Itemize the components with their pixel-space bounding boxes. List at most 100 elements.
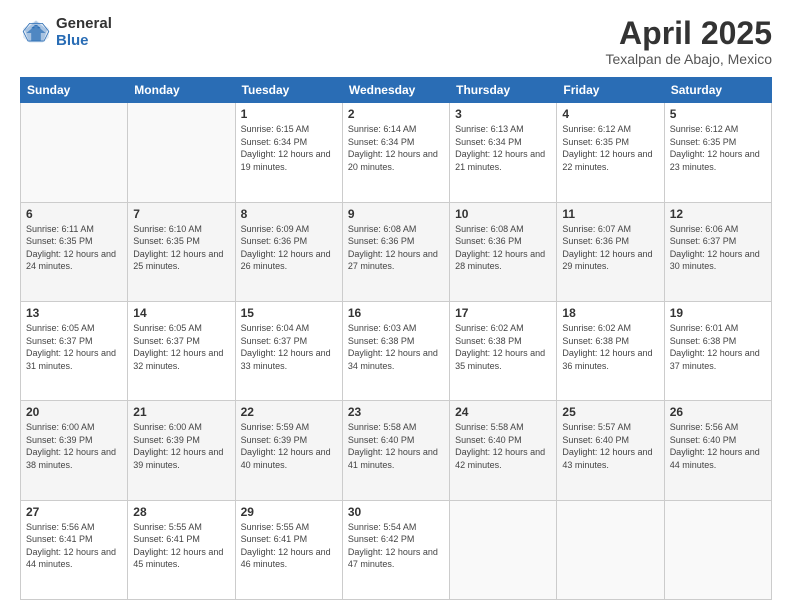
day-info: Sunrise: 6:11 AM Sunset: 6:35 PM Dayligh… <box>26 223 122 273</box>
day-number: 18 <box>562 306 658 320</box>
calendar-day <box>128 103 235 202</box>
calendar-day: 21 Sunrise: 6:00 AM Sunset: 6:39 PM Dayli… <box>128 401 235 500</box>
day-number: 20 <box>26 405 122 419</box>
day-info: Sunrise: 6:01 AM Sunset: 6:38 PM Dayligh… <box>670 322 766 372</box>
calendar-day: 15 Sunrise: 6:04 AM Sunset: 6:37 PM Dayli… <box>235 301 342 400</box>
logo-blue-text: Blue <box>56 33 112 50</box>
calendar-week-row: 27Sunrise: 5:56 AM Sunset: 6:41 PM Dayli… <box>21 500 772 599</box>
calendar-day: 17 Sunrise: 6:02 AM Sunset: 6:38 PM Dayli… <box>450 301 557 400</box>
title-block: April 2025 Texalpan de Abajo, Mexico <box>605 16 772 67</box>
day-info: Sunrise: 5:58 AM Sunset: 6:40 PM Dayligh… <box>455 421 551 471</box>
day-info: Sunrise: 6:15 AM Sunset: 6:34 PM Dayligh… <box>241 123 337 173</box>
day-info: Sunrise: 6:07 AM Sunset: 6:36 PM Dayligh… <box>562 223 658 273</box>
day-number: 13 <box>26 306 122 320</box>
col-monday: Monday <box>128 78 235 103</box>
calendar-day: 27Sunrise: 5:56 AM Sunset: 6:41 PM Dayli… <box>21 500 128 599</box>
day-info: Sunrise: 6:03 AM Sunset: 6:38 PM Dayligh… <box>348 322 444 372</box>
logo-icon <box>20 17 52 49</box>
day-number: 15 <box>241 306 337 320</box>
day-number: 16 <box>348 306 444 320</box>
day-number: 21 <box>133 405 229 419</box>
calendar-day: 11 Sunrise: 6:07 AM Sunset: 6:36 PM Dayli… <box>557 202 664 301</box>
day-info: Sunrise: 6:09 AM Sunset: 6:36 PM Dayligh… <box>241 223 337 273</box>
calendar-day: 28Sunrise: 5:55 AM Sunset: 6:41 PM Dayli… <box>128 500 235 599</box>
calendar-day: 7Sunrise: 6:10 AM Sunset: 6:35 PM Daylig… <box>128 202 235 301</box>
calendar-day: 10 Sunrise: 6:08 AM Sunset: 6:36 PM Dayli… <box>450 202 557 301</box>
day-info: Sunrise: 5:57 AM Sunset: 6:40 PM Dayligh… <box>562 421 658 471</box>
day-number: 9 <box>348 207 444 221</box>
day-number: 12 <box>670 207 766 221</box>
day-number: 1 <box>241 107 337 121</box>
day-number: 25 <box>562 405 658 419</box>
calendar-day: 13 Sunrise: 6:05 AM Sunset: 6:37 PM Dayli… <box>21 301 128 400</box>
day-info: Sunrise: 6:02 AM Sunset: 6:38 PM Dayligh… <box>455 322 551 372</box>
title-month: April 2025 <box>605 16 772 51</box>
col-saturday: Saturday <box>664 78 771 103</box>
day-number: 26 <box>670 405 766 419</box>
calendar-week-row: 20 Sunrise: 6:00 AM Sunset: 6:39 PM Dayli… <box>21 401 772 500</box>
day-number: 29 <box>241 505 337 519</box>
day-info: Sunrise: 6:05 AM Sunset: 6:37 PM Dayligh… <box>133 322 229 372</box>
calendar-day: 4 Sunrise: 6:12 AM Sunset: 6:35 PM Daylig… <box>557 103 664 202</box>
calendar-day: 22 Sunrise: 5:59 AM Sunset: 6:39 PM Dayli… <box>235 401 342 500</box>
day-number: 22 <box>241 405 337 419</box>
day-number: 17 <box>455 306 551 320</box>
col-thursday: Thursday <box>450 78 557 103</box>
day-info: Sunrise: 5:59 AM Sunset: 6:39 PM Dayligh… <box>241 421 337 471</box>
day-number: 4 <box>562 107 658 121</box>
day-info: Sunrise: 5:55 AM Sunset: 6:41 PM Dayligh… <box>133 521 229 571</box>
calendar-day: 26Sunrise: 5:56 AM Sunset: 6:40 PM Dayli… <box>664 401 771 500</box>
day-number: 19 <box>670 306 766 320</box>
day-info: Sunrise: 6:04 AM Sunset: 6:37 PM Dayligh… <box>241 322 337 372</box>
calendar-day: 12 Sunrise: 6:06 AM Sunset: 6:37 PM Dayli… <box>664 202 771 301</box>
calendar-day: 5 Sunrise: 6:12 AM Sunset: 6:35 PM Daylig… <box>664 103 771 202</box>
calendar-day: 24Sunrise: 5:58 AM Sunset: 6:40 PM Dayli… <box>450 401 557 500</box>
calendar-day: 1 Sunrise: 6:15 AM Sunset: 6:34 PM Daylig… <box>235 103 342 202</box>
day-number: 8 <box>241 207 337 221</box>
day-info: Sunrise: 6:13 AM Sunset: 6:34 PM Dayligh… <box>455 123 551 173</box>
calendar-day: 6 Sunrise: 6:11 AM Sunset: 6:35 PM Daylig… <box>21 202 128 301</box>
logo: General Blue <box>20 16 112 49</box>
day-number: 10 <box>455 207 551 221</box>
calendar-day: 14Sunrise: 6:05 AM Sunset: 6:37 PM Dayli… <box>128 301 235 400</box>
calendar-day: 30Sunrise: 5:54 AM Sunset: 6:42 PM Dayli… <box>342 500 449 599</box>
logo-general-text: General <box>56 16 112 33</box>
day-number: 6 <box>26 207 122 221</box>
day-number: 5 <box>670 107 766 121</box>
title-location: Texalpan de Abajo, Mexico <box>605 51 772 67</box>
calendar-day: 8 Sunrise: 6:09 AM Sunset: 6:36 PM Daylig… <box>235 202 342 301</box>
calendar-week-row: 1 Sunrise: 6:15 AM Sunset: 6:34 PM Daylig… <box>21 103 772 202</box>
day-info: Sunrise: 6:12 AM Sunset: 6:35 PM Dayligh… <box>562 123 658 173</box>
day-info: Sunrise: 6:02 AM Sunset: 6:38 PM Dayligh… <box>562 322 658 372</box>
calendar-table: Sunday Monday Tuesday Wednesday Thursday… <box>20 77 772 600</box>
day-number: 3 <box>455 107 551 121</box>
col-friday: Friday <box>557 78 664 103</box>
calendar-day <box>557 500 664 599</box>
day-info: Sunrise: 5:58 AM Sunset: 6:40 PM Dayligh… <box>348 421 444 471</box>
calendar-day: 2Sunrise: 6:14 AM Sunset: 6:34 PM Daylig… <box>342 103 449 202</box>
day-info: Sunrise: 6:12 AM Sunset: 6:35 PM Dayligh… <box>670 123 766 173</box>
day-number: 27 <box>26 505 122 519</box>
day-info: Sunrise: 6:06 AM Sunset: 6:37 PM Dayligh… <box>670 223 766 273</box>
calendar-day: 29 Sunrise: 5:55 AM Sunset: 6:41 PM Dayli… <box>235 500 342 599</box>
day-number: 7 <box>133 207 229 221</box>
day-number: 11 <box>562 207 658 221</box>
calendar-day: 20Sunrise: 6:00 AM Sunset: 6:39 PM Dayli… <box>21 401 128 500</box>
calendar-header-row: Sunday Monday Tuesday Wednesday Thursday… <box>21 78 772 103</box>
col-tuesday: Tuesday <box>235 78 342 103</box>
page: General Blue April 2025 Texalpan de Abaj… <box>0 0 792 612</box>
calendar-day: 25 Sunrise: 5:57 AM Sunset: 6:40 PM Dayli… <box>557 401 664 500</box>
calendar-day: 23 Sunrise: 5:58 AM Sunset: 6:40 PM Dayli… <box>342 401 449 500</box>
day-info: Sunrise: 6:00 AM Sunset: 6:39 PM Dayligh… <box>133 421 229 471</box>
day-info: Sunrise: 5:55 AM Sunset: 6:41 PM Dayligh… <box>241 521 337 571</box>
calendar-week-row: 13 Sunrise: 6:05 AM Sunset: 6:37 PM Dayli… <box>21 301 772 400</box>
day-info: Sunrise: 6:08 AM Sunset: 6:36 PM Dayligh… <box>348 223 444 273</box>
calendar-week-row: 6 Sunrise: 6:11 AM Sunset: 6:35 PM Daylig… <box>21 202 772 301</box>
day-info: Sunrise: 6:05 AM Sunset: 6:37 PM Dayligh… <box>26 322 122 372</box>
day-number: 23 <box>348 405 444 419</box>
logo-text: General Blue <box>56 16 112 49</box>
day-info: Sunrise: 6:08 AM Sunset: 6:36 PM Dayligh… <box>455 223 551 273</box>
calendar-day <box>21 103 128 202</box>
day-info: Sunrise: 6:14 AM Sunset: 6:34 PM Dayligh… <box>348 123 444 173</box>
calendar-day <box>450 500 557 599</box>
